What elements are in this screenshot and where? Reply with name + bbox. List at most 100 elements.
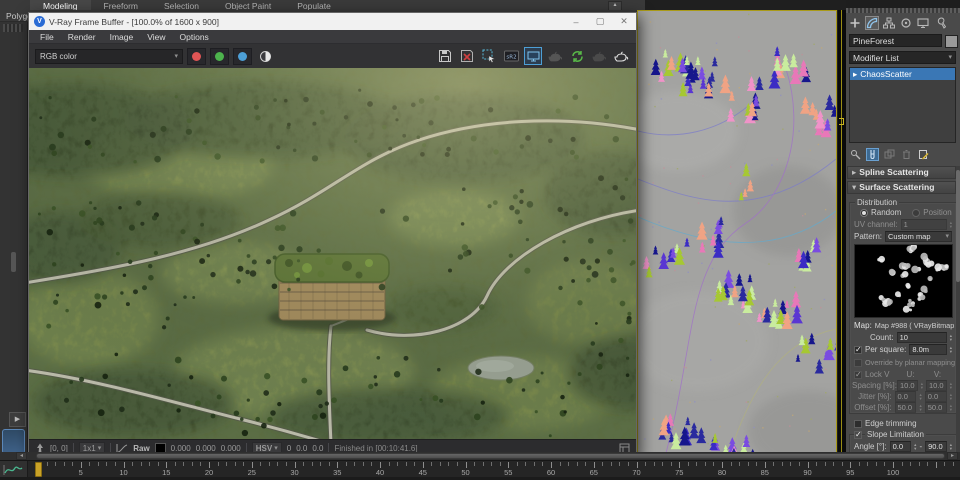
slope-checkbox[interactable]	[854, 431, 862, 439]
ruler-tick	[431, 462, 432, 466]
next-frame-button[interactable]: ▸	[947, 452, 958, 460]
offset-v-field[interactable]: 50.0	[925, 402, 947, 413]
position-radio[interactable]	[912, 209, 920, 217]
configure-modifier-sets-button[interactable]	[917, 148, 930, 161]
count-field[interactable]: 10	[897, 332, 947, 343]
per-square-field[interactable]: 8.0m	[909, 344, 946, 355]
previous-frame-button[interactable]: ◂	[16, 452, 27, 460]
red-channel-toggle[interactable]	[187, 48, 206, 65]
uv-channel-field[interactable]: 1	[901, 219, 947, 230]
uv-channel-spinner[interactable]	[950, 221, 952, 228]
offset-v-spinner[interactable]	[950, 404, 952, 411]
panel-scrollbar[interactable]	[956, 166, 960, 455]
pattern-dropdown[interactable]: Custom map	[885, 231, 952, 242]
display-tab[interactable]	[916, 16, 930, 30]
srgb-toggle[interactable]: sR2	[502, 47, 520, 65]
ribbon-tab-object-paint[interactable]: Object Paint	[212, 0, 284, 10]
lock-v-checkbox[interactable]	[854, 371, 862, 379]
render-last-button[interactable]	[546, 47, 564, 65]
spacing-u-field[interactable]: 10.0	[897, 380, 918, 391]
viewport-canvas[interactable]	[637, 10, 837, 454]
time-slider-thumb[interactable]	[36, 453, 945, 459]
per-square-checkbox[interactable]	[854, 346, 862, 354]
vfb-toolbar: RGB color sR2	[29, 44, 636, 68]
minimize-button[interactable]: –	[564, 13, 588, 30]
ribbon-tab-freeform[interactable]: Freeform	[91, 0, 151, 10]
ribbon-tab-modeling[interactable]: Modeling	[30, 0, 91, 10]
edge-trimming-checkbox[interactable]	[854, 420, 862, 428]
offset-u-field[interactable]: 50.0	[895, 402, 917, 413]
ruler-tick	[286, 462, 287, 466]
menu-image[interactable]: Image	[103, 32, 141, 42]
jitter-v-spinner[interactable]	[950, 393, 952, 400]
jitter-u-field[interactable]: 0.0	[895, 391, 917, 402]
blue-channel-toggle[interactable]	[233, 48, 252, 65]
random-radio[interactable]	[860, 209, 868, 217]
motion-tab[interactable]	[899, 16, 913, 30]
spacing-u-spinner[interactable]	[921, 382, 923, 389]
angle-max-spinner[interactable]	[950, 443, 952, 450]
mono-channel-toggle[interactable]	[256, 47, 274, 65]
menu-file[interactable]: File	[33, 32, 61, 42]
menu-render[interactable]: Render	[61, 32, 103, 42]
override-checkbox[interactable]	[854, 359, 862, 367]
render-image[interactable]	[29, 68, 636, 439]
pattern-preview-image[interactable]	[854, 244, 953, 318]
utilities-tab[interactable]	[933, 16, 947, 30]
channel-dropdown[interactable]: RGB color	[35, 49, 183, 64]
duplicate-to-host-button[interactable]	[524, 47, 542, 65]
mini-curve-editor-button[interactable]	[0, 461, 28, 478]
panel-scrollbar-thumb[interactable]	[956, 170, 960, 282]
offset-u-spinner[interactable]	[919, 404, 921, 411]
angle-max-field[interactable]: 90.0	[925, 441, 947, 452]
rollout-spline-scattering[interactable]: Spline Scattering	[847, 166, 956, 179]
show-end-result-button[interactable]	[866, 148, 879, 161]
ruler-frame-label: 95	[846, 468, 854, 477]
hierarchy-tab[interactable]	[882, 16, 896, 30]
save-image-button[interactable]	[436, 47, 454, 65]
panel-splitter[interactable]	[838, 10, 846, 454]
time-slider[interactable]: ◂ ▸	[0, 452, 960, 460]
map-value-button[interactable]: Map #988 ( VRayBitmap )	[875, 321, 959, 330]
menu-options[interactable]: Options	[173, 32, 216, 42]
jitter-v-field[interactable]: 0.0	[925, 391, 947, 402]
modifier-stack-item[interactable]: ▸ChaosScatter	[850, 68, 955, 80]
spacing-v-spinner[interactable]	[950, 382, 952, 389]
clear-image-button[interactable]	[458, 47, 476, 65]
ribbon-panel-button-collapsed[interactable]	[2, 429, 25, 454]
close-button[interactable]: ✕	[612, 13, 636, 30]
vfb-title-bar[interactable]: V V-Ray Frame Buffer - [100.0% of 1600 x…	[29, 13, 636, 30]
current-frame-marker[interactable]	[35, 462, 42, 477]
angle-min-field[interactable]: 0.0	[890, 441, 912, 452]
interactive-render-button[interactable]	[568, 47, 586, 65]
vfb-menu-bar: File Render Image View Options	[29, 30, 636, 44]
create-tab[interactable]	[848, 16, 862, 30]
track-bar[interactable]: 0510152025303540455055606570758085909510…	[0, 460, 960, 478]
maximize-button[interactable]: ▢	[588, 13, 612, 30]
modifier-list-dropdown[interactable]: Modifier List	[849, 51, 956, 64]
modify-tab[interactable]	[865, 16, 879, 30]
ribbon-scroll-handle[interactable]	[11, 252, 16, 272]
object-color-swatch[interactable]	[945, 35, 958, 48]
ribbon-tab-populate[interactable]: Populate	[284, 0, 344, 10]
count-spinner[interactable]	[950, 334, 952, 341]
track-bar-ticks: 0510152025303540455055606570758085909510…	[27, 461, 960, 478]
rollout-surface-scattering[interactable]: Surface Scattering	[847, 181, 956, 194]
object-name-field[interactable]: PineForest	[849, 34, 942, 47]
ribbon-expand-arrow[interactable]: ▶	[9, 412, 26, 427]
ruler-tick	[277, 462, 278, 466]
region-render-button[interactable]	[480, 47, 498, 65]
remove-modifier-button[interactable]	[900, 148, 913, 161]
jitter-u-spinner[interactable]	[919, 393, 921, 400]
angle-min-spinner[interactable]	[914, 443, 916, 450]
pin-stack-button[interactable]	[849, 148, 862, 161]
stop-render-button[interactable]	[590, 47, 608, 65]
green-channel-toggle[interactable]	[210, 48, 229, 65]
spacing-v-field[interactable]: 10.0	[926, 380, 947, 391]
make-unique-button[interactable]	[883, 148, 896, 161]
render-button[interactable]	[612, 47, 630, 65]
menu-view[interactable]: View	[140, 32, 172, 42]
per-square-spinner[interactable]	[950, 346, 952, 353]
ribbon-tab-selection[interactable]: Selection	[151, 0, 212, 10]
ruler-tick	[705, 462, 706, 466]
